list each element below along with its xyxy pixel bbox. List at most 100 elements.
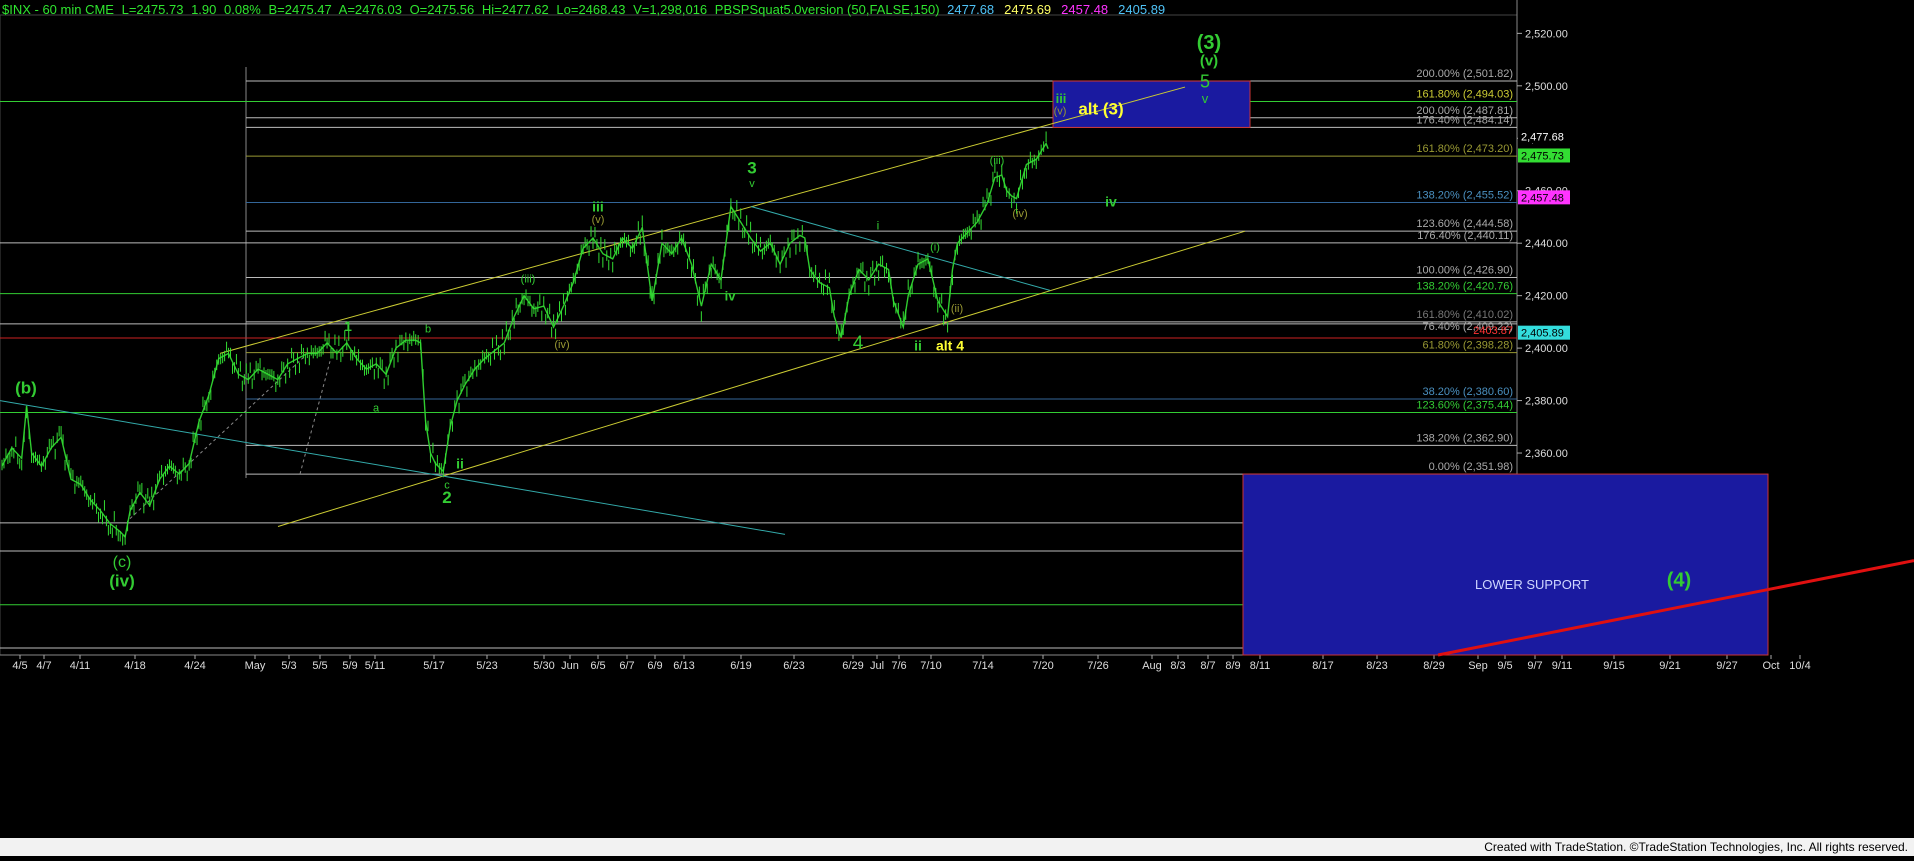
y-tick-label: 2,420.00 xyxy=(1525,291,1568,303)
bid-price: B=2475.47 xyxy=(268,2,332,17)
indicator-value-1: 2475.69 xyxy=(1004,2,1052,17)
indicator-value-2: 2457.48 xyxy=(1061,2,1109,17)
open-price: O=2475.56 xyxy=(409,2,475,17)
x-tick-label: 8/23 xyxy=(1366,660,1387,672)
x-tick-label: 5/11 xyxy=(365,660,386,672)
wave-label: ii xyxy=(456,456,464,472)
y-tick-label: 2,360.00 xyxy=(1525,448,1568,460)
x-tick-label: 6/5 xyxy=(590,660,605,672)
x-tick-label: 10/4 xyxy=(1789,660,1810,672)
fib-label: 161.80% (2,473.20) xyxy=(1416,143,1513,155)
price-flag-label: 2,405.89 xyxy=(1521,328,1564,340)
x-tick-label: 9/27 xyxy=(1716,660,1737,672)
x-tick-label: 5/3 xyxy=(281,660,296,672)
x-tick-label: 9/21 xyxy=(1659,660,1680,672)
wave-label: (iv) xyxy=(1012,208,1027,220)
x-tick-label: Sep xyxy=(1468,660,1488,672)
wave-label: iii xyxy=(592,198,604,214)
fib-label: 38.20% (2,380.60) xyxy=(1422,386,1513,398)
x-tick-label: 9/7 xyxy=(1527,660,1542,672)
wave-label: iv xyxy=(1105,193,1117,209)
ask-price: A=2476.03 xyxy=(338,2,402,17)
fib-label: 138.20% (2,455.52) xyxy=(1416,189,1513,201)
fib-label: 161.80% (2,410.02) xyxy=(1416,309,1513,321)
x-tick-label: 7/6 xyxy=(891,660,906,672)
price-flag-label: 2,475.73 xyxy=(1521,150,1564,162)
x-tick-label: 8/7 xyxy=(1200,660,1215,672)
indicator-name: PBSPSquat5.0version (50,FALSE,150) xyxy=(714,2,940,17)
x-tick-label: 4/11 xyxy=(70,660,91,672)
x-tick-label: 4/24 xyxy=(184,660,205,672)
dashed-line-2 xyxy=(299,361,331,475)
x-tick-label: Aug xyxy=(1142,660,1162,672)
fib-label: 176.40% (2,440.11) xyxy=(1417,230,1513,242)
price-flag-label: 2,477.68 xyxy=(1521,131,1564,143)
x-tick-label: 8/17 xyxy=(1312,660,1333,672)
x-tick-label: 5/17 xyxy=(423,660,444,672)
wave-label: (3) xyxy=(1197,32,1221,54)
fib-label: 123.60% (2,444.58) xyxy=(1416,218,1513,230)
volume: V=1,298,016 xyxy=(633,2,708,17)
price-flag-label: 2,457.48 xyxy=(1521,192,1564,204)
fib-label: 161.80% (2,494.03) xyxy=(1416,88,1513,100)
fib-label: 138.20% (2,420.76) xyxy=(1416,281,1513,293)
wave-label: 4 xyxy=(853,333,864,354)
wave-label: 3 xyxy=(747,159,756,178)
wave-label: (v) xyxy=(592,214,605,226)
x-tick-label: Jul xyxy=(870,660,884,672)
wave-label: (i) xyxy=(930,242,940,254)
wave-label: a xyxy=(373,402,380,414)
high-price: Hi=2477.62 xyxy=(481,2,549,17)
y-tick-label: 2,440.00 xyxy=(1525,238,1568,250)
wave-label: v xyxy=(1202,91,1209,106)
chart-root: 2,300.002,320.002,340.002,360.002,380.00… xyxy=(0,0,1914,856)
wave-label: iv xyxy=(725,289,737,304)
wave-label: (iii) xyxy=(990,155,1005,167)
footer-bar: Created with TradeStation. ©TradeStation… xyxy=(0,838,1914,856)
fib-label: 138.20% (2,362.90) xyxy=(1416,432,1513,444)
last-price: L=2475.73 xyxy=(121,2,184,17)
wave-label: (iii) xyxy=(521,274,536,286)
x-tick-label: 4/5 xyxy=(12,660,27,672)
x-tick-label: 4/18 xyxy=(124,660,145,672)
x-tick-label: 9/11 xyxy=(1552,660,1573,672)
x-tick-label: 8/3 xyxy=(1170,660,1185,672)
indicator-value-0: 2477.68 xyxy=(947,2,995,17)
wave-label: (v) xyxy=(1200,53,1218,70)
fib-label: 200.00% (2,501.82) xyxy=(1416,68,1513,80)
symbol-label: $INX - 60 min CME xyxy=(2,2,114,17)
x-tick-label: 7/10 xyxy=(920,660,941,672)
x-tick-label: 6/29 xyxy=(842,660,863,672)
x-tick-label: 8/29 xyxy=(1423,660,1444,672)
fib-label: 123.60% (2,375.44) xyxy=(1416,400,1513,412)
wave-label: ii xyxy=(914,338,922,354)
wave-label: 2 xyxy=(442,488,451,507)
low-price: Lo=2468.43 xyxy=(556,2,626,17)
wave-label: 1 xyxy=(344,318,352,334)
fib-label: 0.00% (2,351.98) xyxy=(1429,461,1513,473)
x-tick-label: 6/19 xyxy=(730,660,751,672)
x-tick-label: 9/5 xyxy=(1497,660,1512,672)
wave-label: (ii) xyxy=(951,303,963,315)
x-tick-label: 5/23 xyxy=(476,660,497,672)
indicator-values: 2477.68 2475.69 2457.48 2405.89 xyxy=(947,2,1175,17)
wave-label: iii xyxy=(1056,91,1067,106)
wave-label: b xyxy=(425,324,431,336)
wave-label: v xyxy=(749,178,755,190)
x-tick-label: 7/26 xyxy=(1087,660,1108,672)
wave-label: (iv) xyxy=(109,572,135,591)
wave-label: (b) xyxy=(15,378,37,397)
wave-label: i xyxy=(877,218,880,232)
wave-label: 5 xyxy=(1200,72,1210,92)
wave-label: (iv) xyxy=(554,339,569,351)
x-tick-label: 8/11 xyxy=(1250,660,1271,672)
y-tick-label: 2,520.00 xyxy=(1525,28,1568,40)
wave-label: (v) xyxy=(1054,106,1067,118)
x-tick-label: 6/7 xyxy=(619,660,634,672)
y-tick-label: 2,500.00 xyxy=(1525,81,1568,93)
x-tick-label: 4/7 xyxy=(36,660,51,672)
credit-text: Created with TradeStation. ©TradeStation… xyxy=(1484,840,1908,854)
wave-label: alt 4 xyxy=(936,338,964,354)
change-pct: 0.08% xyxy=(224,2,261,17)
wave-label: (4) xyxy=(1667,570,1691,592)
